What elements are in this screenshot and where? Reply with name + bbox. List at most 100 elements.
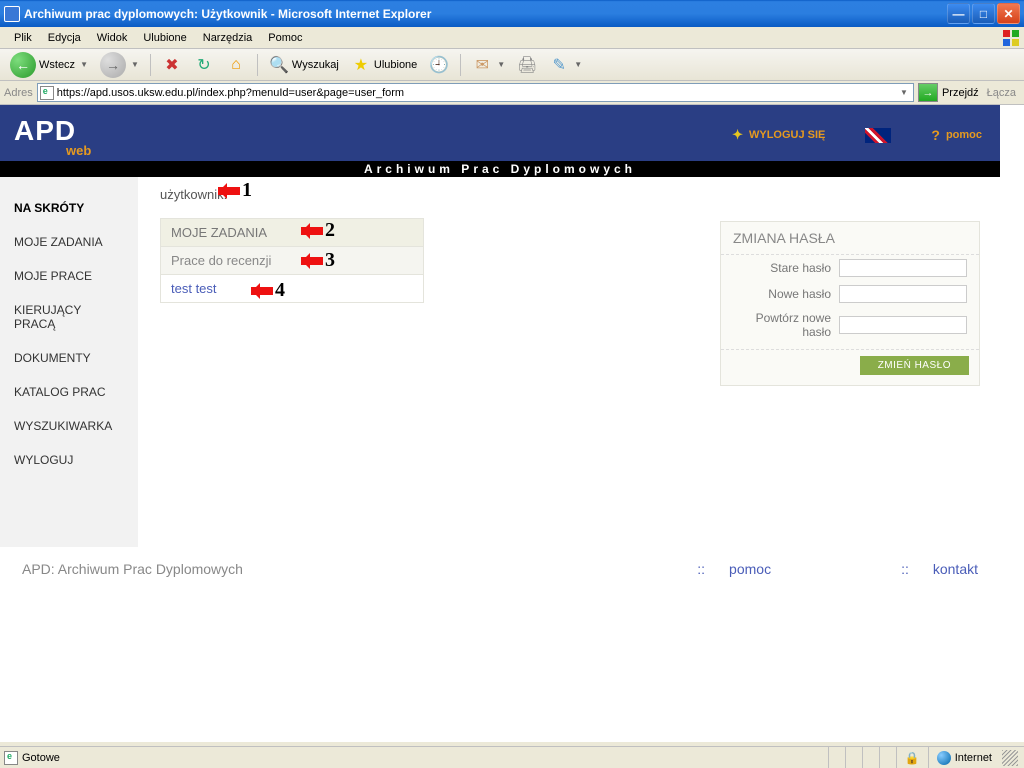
annotation-label: 4 [275, 279, 285, 302]
footer-help-link[interactable]: pomoc [729, 561, 771, 577]
home-icon: ⌂ [226, 55, 246, 75]
password-panel: ZMIANA HASŁA Stare hasło Nowe hasło Powt… [720, 221, 980, 386]
edit-button[interactable]: ✎▼ [545, 53, 586, 77]
change-password-button[interactable]: ZMIEŃ HASŁO [860, 356, 969, 375]
page-footer: APD: Archiwum Prac Dyplomowych :: pomoc … [0, 547, 1000, 591]
annotation-label: 1 [242, 179, 252, 202]
globe-icon [937, 751, 951, 765]
toolbar: ← Wstecz ▼ → ▼ ✖ ↻ ⌂ 🔍 Wyszukaj ★ Ulubio… [0, 49, 1024, 81]
status-text: Gotowe [22, 752, 60, 764]
question-icon: ? [931, 127, 940, 143]
sidebar-item-my-works[interactable]: MOJE PRACE [0, 259, 138, 293]
status-security-cell: 🔒 [896, 747, 928, 768]
repeat-password-input[interactable] [839, 316, 967, 334]
menu-tools[interactable]: Narzędzia [195, 30, 261, 46]
window-close-button[interactable]: ✕ [997, 3, 1020, 24]
footer-sep: :: [901, 561, 909, 577]
sidebar-item-logout[interactable]: WYLOGUJ [0, 443, 138, 477]
logout-link[interactable]: ✦ WYLOGUJ SIĘ [732, 127, 825, 143]
annotation-label: 2 [325, 219, 335, 242]
footer-title: APD: Archiwum Prac Dyplomowych [22, 561, 567, 577]
annotation-label: 3 [325, 249, 335, 272]
separator [460, 54, 461, 76]
address-url: https://apd.usos.uksw.edu.pl/index.php?m… [57, 87, 894, 99]
logout-label: WYLOGUJ SIĘ [749, 129, 825, 141]
stop-button[interactable]: ✖ [158, 53, 186, 77]
sidebar-item-search[interactable]: WYSZUKIWARKA [0, 409, 138, 443]
task-box: MOJE ZADANIA Prace do recenzji test test [160, 218, 424, 303]
annotation-4: 4 [251, 279, 285, 302]
history-button[interactable]: 🕘 [425, 53, 453, 77]
nav-forward-button[interactable]: → ▼ [96, 50, 143, 80]
status-cell [862, 747, 879, 768]
annotation-1: 1 [218, 179, 252, 202]
chevron-down-icon: ▼ [131, 60, 139, 69]
menu-file[interactable]: Plik [6, 30, 40, 46]
windows-flag-icon [1002, 29, 1020, 47]
task-heading: MOJE ZADANIA [161, 219, 423, 247]
page-viewport: APD web ✦ WYLOGUJ SIĘ ? pomoc Archiwum P… [0, 105, 1024, 742]
old-password-input[interactable] [839, 259, 967, 277]
chevron-down-icon[interactable]: ▼ [897, 88, 911, 97]
stop-icon: ✖ [162, 55, 182, 75]
logo-sub: web [66, 143, 91, 158]
help-link[interactable]: ? pomoc [931, 127, 982, 143]
password-panel-title: ZMIANA HASŁA [721, 222, 979, 255]
sidebar-item-supervisor[interactable]: KIERUJĄCY PRACĄ [0, 293, 138, 341]
nav-back-label: Wstecz [39, 59, 75, 71]
status-cell [879, 747, 896, 768]
print-button[interactable]: 🖨 [513, 53, 541, 77]
search-button[interactable]: 🔍 Wyszukaj [265, 53, 343, 77]
window-titlebar: Archiwum prac dyplomowych: Użytkownik - … [0, 0, 1024, 27]
sidebar-item-shortcuts[interactable]: NA SKRÓTY [0, 191, 138, 225]
arrow-icon [218, 187, 240, 195]
links-label[interactable]: Łącza [983, 87, 1020, 99]
nav-back-button[interactable]: ← Wstecz ▼ [6, 50, 92, 80]
menu-edit[interactable]: Edycja [40, 30, 89, 46]
menu-view[interactable]: Widok [89, 30, 136, 46]
sidebar-item-documents[interactable]: DOKUMENTY [0, 341, 138, 375]
refresh-button[interactable]: ↻ [190, 53, 218, 77]
status-zone: Internet [955, 752, 992, 764]
language-flag[interactable] [865, 128, 891, 143]
logo: APD web [14, 115, 76, 147]
address-input[interactable]: https://apd.usos.uksw.edu.pl/index.php?m… [37, 83, 914, 102]
new-password-label: Nowe hasło [768, 287, 831, 301]
lock-icon: 🔒 [905, 751, 920, 765]
task-item: test test [161, 275, 423, 302]
annotation-2: 2 [301, 219, 335, 242]
sidebar-item-catalog[interactable]: KATALOG PRAC [0, 375, 138, 409]
resize-grip[interactable] [1000, 747, 1020, 768]
address-label: Adres [4, 87, 33, 99]
footer-contact-link[interactable]: kontakt [933, 561, 978, 577]
mail-button[interactable]: ✉▼ [468, 53, 509, 77]
print-icon: 🖨 [517, 55, 537, 75]
page-header: APD web ✦ WYLOGUJ SIĘ ? pomoc [0, 105, 1000, 161]
key-icon: ✦ [732, 127, 743, 143]
mail-icon: ✉ [472, 55, 492, 75]
ie-icon [4, 6, 20, 22]
window-minimize-button[interactable]: — [947, 3, 970, 24]
sidebar-item-my-tasks[interactable]: MOJE ZADANIA [0, 225, 138, 259]
task-link[interactable]: test test [171, 281, 217, 296]
statusbar: Gotowe 🔒 Internet [0, 746, 1024, 768]
repeat-password-label: Powtórz nowe hasło [741, 311, 831, 339]
window-maximize-button[interactable]: □ [972, 3, 995, 24]
page-icon [4, 751, 18, 765]
favorites-button[interactable]: ★ Ulubione [347, 53, 421, 77]
menubar: Plik Edycja Widok Ulubione Narzędzia Pom… [0, 27, 1024, 49]
task-subheading: Prace do recenzji [161, 247, 423, 275]
new-password-input[interactable] [839, 285, 967, 303]
refresh-icon: ↻ [194, 55, 214, 75]
status-cell [828, 747, 845, 768]
annotation-3: 3 [301, 249, 335, 272]
menu-favorites[interactable]: Ulubione [135, 30, 194, 46]
go-button[interactable]: → [918, 83, 938, 102]
home-button[interactable]: ⌂ [222, 53, 250, 77]
sidebar: NA SKRÓTY MOJE ZADANIA MOJE PRACE KIERUJ… [0, 177, 138, 547]
search-label: Wyszukaj [292, 59, 339, 71]
chevron-down-icon: ▼ [80, 60, 88, 69]
help-label: pomoc [946, 129, 982, 141]
arrow-left-icon: ← [10, 52, 36, 78]
menu-help[interactable]: Pomoc [260, 30, 310, 46]
